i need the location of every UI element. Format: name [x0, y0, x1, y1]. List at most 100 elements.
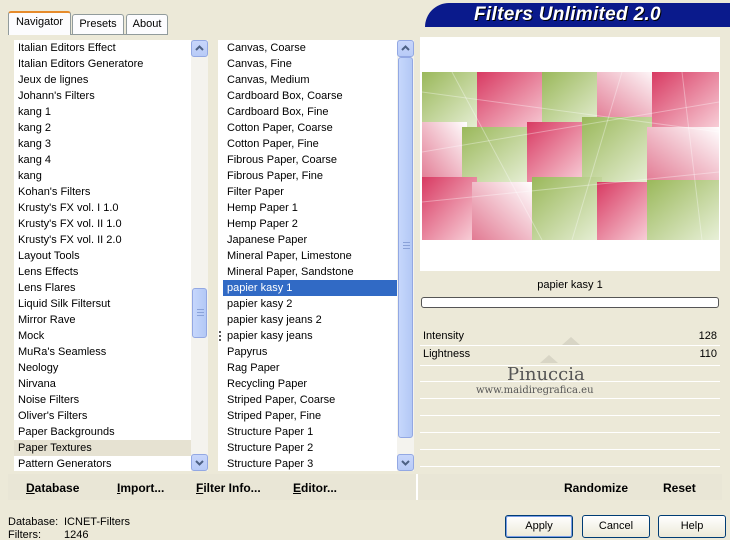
list-item[interactable]: Krusty's FX vol. I 1.0 [14, 200, 207, 216]
list-item[interactable]: Fibrous Paper, Coarse [223, 152, 414, 168]
list-item[interactable]: papier kasy 1 [223, 280, 414, 296]
filter-info-button[interactable]: Filter Info... [196, 480, 261, 496]
editor-button[interactable]: Editor... [293, 480, 337, 496]
list-item[interactable]: Lens Flares [14, 280, 207, 296]
list-item[interactable]: Hemp Paper 1 [223, 200, 414, 216]
list-item[interactable]: Nirvana [14, 376, 207, 392]
progress-bar [421, 297, 719, 308]
slider-lightness[interactable]: Lightness 110 [420, 346, 720, 363]
tab-navigator[interactable]: Navigator [8, 11, 71, 35]
list-item[interactable]: Mineral Paper, Limestone [223, 248, 414, 264]
slider-label: Lightness [423, 348, 471, 360]
status-value: ICNET-Filters [64, 516, 130, 528]
cancel-button[interactable]: Cancel [582, 515, 650, 538]
list-item[interactable]: Lens Effects [14, 264, 207, 280]
database-button[interactable]: Database [26, 480, 79, 496]
list-item[interactable]: Mock [14, 328, 207, 344]
list-item[interactable]: kang 4 [14, 152, 207, 168]
list-item[interactable]: Striped Paper, Coarse [223, 392, 414, 408]
scroll-down-button[interactable] [397, 454, 414, 471]
help-button[interactable]: Help [658, 515, 726, 538]
list-item[interactable]: Paper Backgrounds [14, 424, 207, 440]
list-item[interactable]: papier kasy 2 [223, 296, 414, 312]
list-item[interactable]: Krusty's FX vol. II 1.0 [14, 216, 207, 232]
reset-button[interactable]: Reset [663, 480, 696, 496]
status-label: Database: [8, 516, 59, 528]
list-item[interactable]: papier kasy jeans 2 [223, 312, 414, 328]
list-item[interactable]: kang [14, 168, 207, 184]
preview-image[interactable] [422, 72, 719, 240]
status-value: 1246 [64, 529, 89, 540]
chevron-down-icon [195, 460, 204, 466]
list-item[interactable]: Kohan's Filters [14, 184, 207, 200]
scroll-thumb[interactable] [398, 57, 413, 438]
randomize-button[interactable]: Randomize [564, 480, 628, 496]
list-item[interactable]: Cotton Paper, Coarse [223, 120, 414, 136]
watermark-url: www.maidiregrafica.eu [476, 385, 594, 396]
chevron-up-icon [195, 45, 204, 51]
list-item[interactable]: Jeux de lignes [14, 72, 207, 88]
slider-value: 110 [699, 348, 717, 360]
list-item[interactable]: Cardboard Box, Fine [223, 104, 414, 120]
list-item[interactable]: Italian Editors Effect [14, 40, 207, 56]
list-item[interactable]: Hemp Paper 2 [223, 216, 414, 232]
scroll-up-button[interactable] [397, 40, 414, 57]
filter-scrollbar[interactable] [397, 40, 414, 471]
list-item[interactable]: Italian Editors Generatore [14, 56, 207, 72]
list-item[interactable]: Canvas, Medium [223, 72, 414, 88]
list-item[interactable]: Mineral Paper, Sandstone [223, 264, 414, 280]
status-filters: Filters: 1246 [8, 529, 88, 540]
list-item[interactable]: Paper Textures [14, 440, 207, 456]
list-item[interactable]: Krusty's FX vol. II 2.0 [14, 232, 207, 248]
category-scrollbar[interactable] [191, 40, 208, 471]
apply-button[interactable]: Apply [505, 515, 573, 538]
filter-list[interactable]: Canvas, Coarse Canvas, Fine Canvas, Medium… [218, 40, 414, 471]
list-item[interactable]: Layout Tools [14, 248, 207, 264]
list-item[interactable]: Cotton Paper, Fine [223, 136, 414, 152]
scroll-up-button[interactable] [191, 40, 208, 57]
list-item[interactable]: Oliver's Filters [14, 408, 207, 424]
list-item[interactable]: Cardboard Box, Coarse [223, 88, 414, 104]
category-list[interactable]: Italian Editors Effect Italian Editors Ge… [14, 40, 207, 471]
slider-value: 128 [698, 330, 717, 342]
filter-name-label: papier kasy 1 [537, 279, 603, 291]
tab-presets[interactable]: Presets [72, 14, 124, 34]
list-item[interactable]: Striped Paper, Fine [223, 408, 414, 424]
scroll-down-button[interactable] [191, 454, 208, 471]
list-item[interactable]: kang 2 [14, 120, 207, 136]
list-item[interactable]: Canvas, Fine [223, 56, 414, 72]
list-item[interactable]: Structure Paper 1 [223, 424, 414, 440]
slider-thumb-icon[interactable] [562, 337, 580, 345]
watermark-title: Pinuccia [507, 364, 585, 385]
list-item[interactable]: papier kasy jeans [223, 328, 414, 344]
list-item[interactable]: Mirror Rave [14, 312, 207, 328]
tab-about[interactable]: About [126, 14, 168, 34]
list-item[interactable]: kang 3 [14, 136, 207, 152]
list-item[interactable]: Papyrus [223, 344, 414, 360]
list-item[interactable]: Canvas, Coarse [223, 40, 414, 56]
list-item[interactable]: MuRa's Seamless [14, 344, 207, 360]
list-item[interactable]: kang 1 [14, 104, 207, 120]
list-item[interactable]: Fibrous Paper, Fine [223, 168, 414, 184]
slider-label: Intensity [423, 330, 464, 342]
import-button[interactable]: Import... [117, 480, 164, 496]
status-label: Filters: [8, 529, 41, 540]
list-item[interactable]: Johann's Filters [14, 88, 207, 104]
slider-thumb-icon[interactable] [540, 355, 558, 363]
list-item[interactable]: Japanese Paper [223, 232, 414, 248]
list-item[interactable]: Noise Filters [14, 392, 207, 408]
list-item[interactable]: Liquid Silk Filtersut [14, 296, 207, 312]
list-item[interactable]: Structure Paper 3 [223, 456, 414, 471]
status-database: Database: ICNET-Filters [8, 516, 130, 529]
list-item[interactable]: Rag Paper [223, 360, 414, 376]
list-item[interactable]: Pattern Generators [14, 456, 207, 471]
scroll-thumb[interactable] [192, 288, 207, 338]
list-item[interactable]: Filter Paper [223, 184, 414, 200]
list-item[interactable]: Recycling Paper [223, 376, 414, 392]
list-item[interactable]: Neology [14, 360, 207, 376]
app-title: Filters Unlimited 2.0 [474, 4, 661, 25]
list-item[interactable]: Structure Paper 2 [223, 440, 414, 456]
chevron-up-icon [401, 45, 410, 51]
drag-grip-icon [219, 331, 223, 341]
chevron-down-icon [401, 460, 410, 466]
